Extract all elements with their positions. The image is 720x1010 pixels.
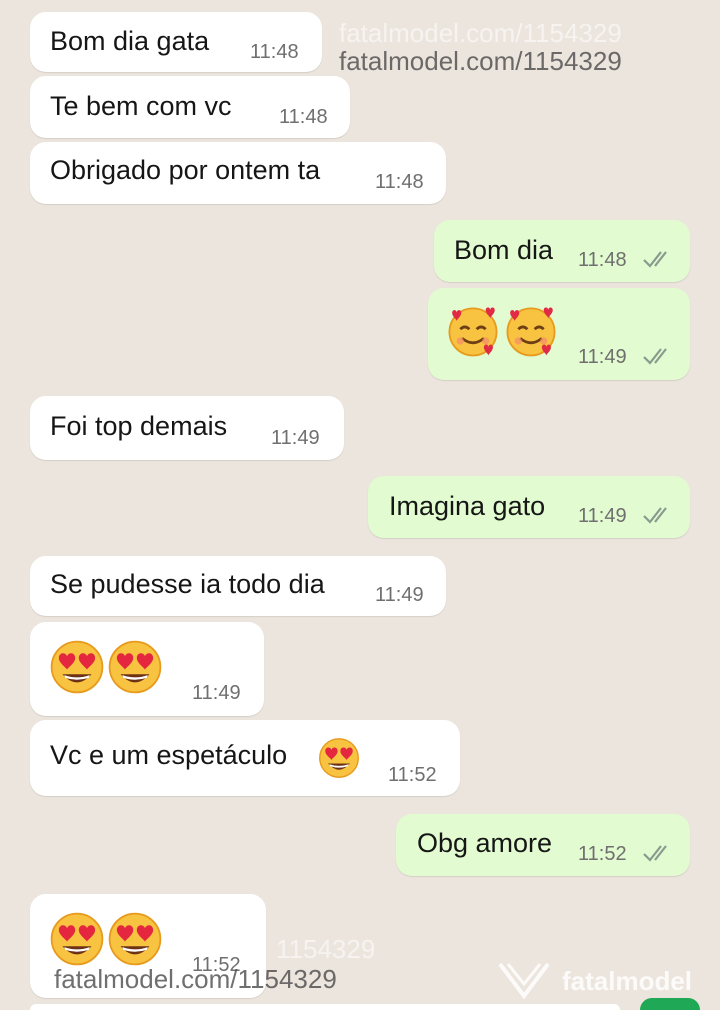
watermark-text: fatalmodel.com/1154329 xyxy=(54,964,337,994)
double-check-read-icon xyxy=(643,845,667,862)
message-bubble-incoming[interactable]: 11:49 xyxy=(30,622,264,716)
message-text: Bom dia xyxy=(454,235,554,265)
message-bubble-incoming[interactable]: Bom dia gata 11:48 xyxy=(30,12,322,72)
message-time: 11:48 xyxy=(279,106,328,128)
double-check-read-icon xyxy=(643,251,667,268)
heart-eyes-face-icon xyxy=(108,912,162,966)
message-time: 11:52 xyxy=(388,764,437,786)
message-bubble-incoming[interactable]: Te bem com vc 11:48 xyxy=(30,76,350,138)
double-check-read-icon xyxy=(643,348,667,365)
heart-eyes-face-icon xyxy=(50,640,104,694)
chat-area[interactable]: Bom dia gata 11:48 fatalmodel.com/115432… xyxy=(0,0,720,1010)
message-time: 11:49 xyxy=(375,584,424,606)
message-text: Obg amore xyxy=(417,828,553,858)
message-time: 11:49 xyxy=(578,346,627,368)
message-bubble-incoming[interactable]: Obrigado por ontem ta 11:48 xyxy=(30,142,446,204)
message-bubble-outgoing[interactable]: 11:49 xyxy=(428,288,690,380)
message-text: Foi top demais xyxy=(50,411,228,441)
message-text: Se pudesse ia todo dia xyxy=(50,569,325,599)
message-time: 11:48 xyxy=(250,41,299,63)
watermark-text: fatalmodel.com/1154329 xyxy=(339,46,622,76)
smiling-face-with-hearts-icon xyxy=(506,307,556,357)
message-time: 11:48 xyxy=(578,249,627,271)
message-text: Obrigado por ontem ta xyxy=(50,155,321,185)
watermark-text: 1154329 xyxy=(276,934,376,964)
scroll-to-bottom-button[interactable] xyxy=(640,998,700,1010)
smiling-face-with-hearts-icon xyxy=(448,307,498,357)
message-text: Te bem com vc xyxy=(50,91,232,121)
heart-eyes-face-icon xyxy=(108,640,162,694)
message-bubble-incoming[interactable]: Vc e um espetáculo 11:52 xyxy=(30,720,460,796)
message-time: 11:49 xyxy=(271,427,320,449)
message-text: Vc e um espetáculo xyxy=(50,740,288,770)
message-text: Imagina gato xyxy=(389,491,546,521)
double-check-read-icon xyxy=(643,507,667,524)
watermark-text: fatalmodel.com/1154329 xyxy=(339,18,622,48)
message-text: Bom dia gata xyxy=(50,26,210,56)
watermark-logo-text: fatalmodel xyxy=(562,966,693,996)
fatalmodel-logo-icon xyxy=(498,962,550,1000)
message-bubble-incoming[interactable]: Se pudesse ia todo dia 11:49 xyxy=(30,556,446,616)
message-time: 11:48 xyxy=(375,171,424,193)
message-bubble-outgoing[interactable]: Obg amore 11:52 xyxy=(396,814,690,876)
message-bubble-outgoing[interactable]: Imagina gato 11:49 xyxy=(368,476,690,538)
message-bubble-incoming[interactable]: Foi top demais 11:49 xyxy=(30,396,344,460)
message-bubble-outgoing[interactable]: Bom dia 11:48 xyxy=(434,220,690,282)
message-time: 11:49 xyxy=(192,682,241,704)
next-message-edge xyxy=(30,1004,620,1010)
heart-eyes-face-icon xyxy=(50,912,104,966)
message-time: 11:49 xyxy=(578,505,627,527)
message-time: 11:52 xyxy=(578,843,627,865)
heart-eyes-face-icon xyxy=(319,738,359,778)
